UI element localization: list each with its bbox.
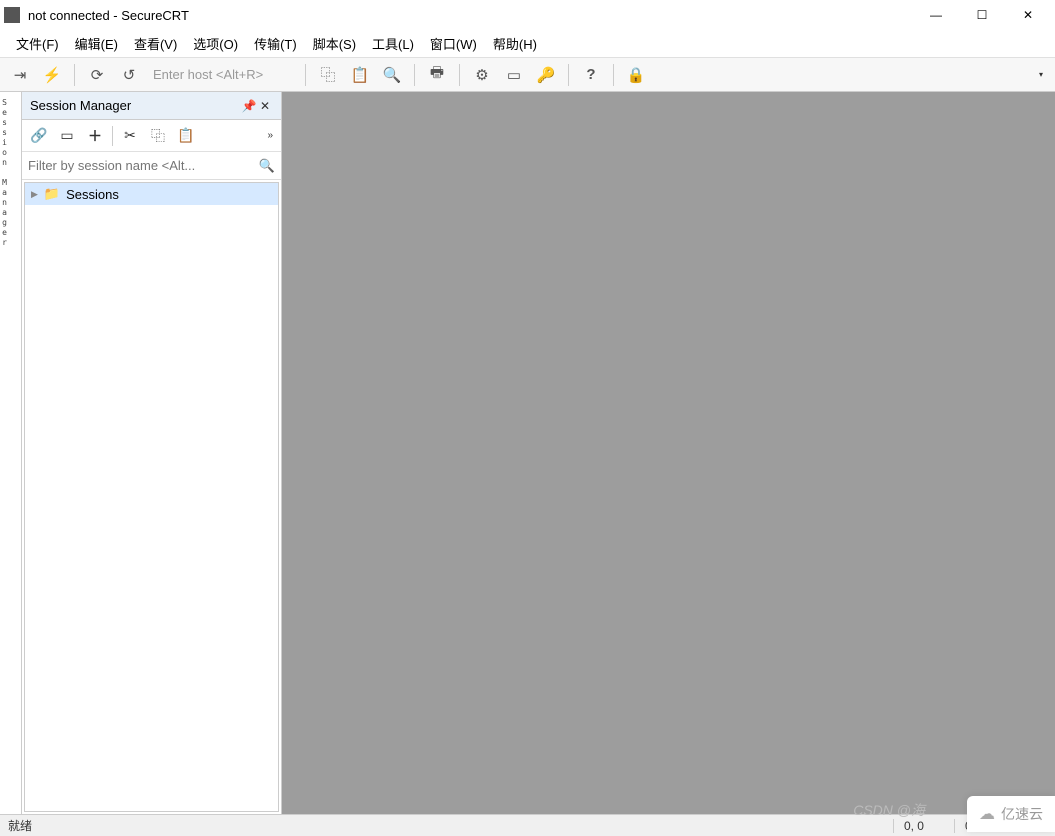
panel-separator xyxy=(112,126,113,146)
filter-input[interactable] xyxy=(28,158,259,173)
new-session-icon[interactable]: ▭ xyxy=(54,123,80,149)
host-input[interactable]: Enter host <Alt+R> xyxy=(147,67,297,82)
main-body: Session Manager Session Manager 📌 ✕ 🔗 ▭ … xyxy=(0,92,1055,814)
status-ready: 就绪 xyxy=(8,817,873,834)
panel-header: Session Manager 📌 ✕ xyxy=(22,92,281,120)
sidebar-tab[interactable]: Session Manager xyxy=(0,92,22,814)
menu-window[interactable]: 窗口(W) xyxy=(424,32,483,55)
toolbar-separator xyxy=(74,64,75,86)
toolbar: ⇥ ⚡ ⟳ ↺ Enter host <Alt+R> ⿻ 📋 🔍 🖶 ⚙ ▭ 🔑… xyxy=(0,58,1055,92)
panel-toolbar: 🔗 ▭ ＋ ✂ ⿻ 📋 » xyxy=(22,120,281,152)
menu-file[interactable]: 文件(F) xyxy=(10,32,65,55)
paste-icon[interactable]: 📋 xyxy=(346,61,374,89)
print-icon[interactable]: 🖶 xyxy=(423,61,451,89)
cut-icon[interactable]: ✂ xyxy=(117,123,143,149)
quick-connect-icon[interactable]: ⚡ xyxy=(38,61,66,89)
chevron-right-icon[interactable]: ▶ xyxy=(31,189,38,200)
menu-view[interactable]: 查看(V) xyxy=(128,32,183,55)
toolbar-separator xyxy=(568,64,569,86)
menu-bar: 文件(F) 编辑(E) 查看(V) 选项(O) 传输(T) 脚本(S) 工具(L… xyxy=(0,30,1055,58)
filter-bar: 🔍 xyxy=(22,152,281,180)
toolbar-separator xyxy=(459,64,460,86)
session-tree[interactable]: ▶ 📁 Sessions xyxy=(24,182,279,812)
watermark-yisu-text: 亿速云 xyxy=(1001,804,1043,824)
lock-icon[interactable]: 🔒 xyxy=(622,61,650,89)
link-icon[interactable]: 🔗 xyxy=(26,123,52,149)
window-controls: — ☐ ✕ xyxy=(913,0,1051,30)
menu-help[interactable]: 帮助(H) xyxy=(487,32,543,55)
cloud-icon: ☁ xyxy=(979,804,995,824)
title-bar: not connected - SecureCRT — ☐ ✕ xyxy=(0,0,1055,30)
app-icon xyxy=(4,7,20,23)
add-icon[interactable]: ＋ xyxy=(82,123,108,149)
disconnect-icon[interactable]: ↺ xyxy=(115,61,143,89)
copy-session-icon[interactable]: ⿻ xyxy=(145,123,171,149)
key-icon[interactable]: 🔑 xyxy=(532,61,560,89)
help-icon[interactable]: ? xyxy=(577,61,605,89)
connect-icon[interactable]: ⇥ xyxy=(6,61,34,89)
panel-more-icon[interactable]: » xyxy=(263,130,277,141)
settings-icon[interactable]: ⚙ xyxy=(468,61,496,89)
tree-root-label: Sessions xyxy=(66,187,119,202)
menu-options[interactable]: 选项(O) xyxy=(187,32,244,55)
panel-close-icon[interactable]: ✕ xyxy=(257,99,273,113)
minimize-button[interactable]: — xyxy=(913,0,959,30)
window-title: not connected - SecureCRT xyxy=(28,8,913,23)
maximize-button[interactable]: ☐ xyxy=(959,0,1005,30)
pin-icon[interactable]: 📌 xyxy=(241,99,257,113)
toolbar-separator xyxy=(613,64,614,86)
menu-edit[interactable]: 编辑(E) xyxy=(69,32,124,55)
panel-title: Session Manager xyxy=(30,98,241,113)
tree-root-row[interactable]: ▶ 📁 Sessions xyxy=(25,183,278,205)
folder-icon: 📁 xyxy=(44,186,60,202)
status-position: 0, 0 xyxy=(893,819,934,833)
toolbar-separator xyxy=(305,64,306,86)
toolbar-overflow[interactable]: ▾ xyxy=(1033,70,1049,79)
copy-icon[interactable]: ⿻ xyxy=(314,61,342,89)
menu-transfer[interactable]: 传输(T) xyxy=(248,32,303,55)
search-icon[interactable]: 🔍 xyxy=(259,158,275,174)
close-button[interactable]: ✕ xyxy=(1005,0,1051,30)
session-manager-panel: Session Manager 📌 ✕ 🔗 ▭ ＋ ✂ ⿻ 📋 » 🔍 ▶ 📁 … xyxy=(22,92,282,814)
session-options-icon[interactable]: ▭ xyxy=(500,61,528,89)
toolbar-separator xyxy=(414,64,415,86)
find-icon[interactable]: 🔍 xyxy=(378,61,406,89)
menu-tools[interactable]: 工具(L) xyxy=(366,32,420,55)
menu-script[interactable]: 脚本(S) xyxy=(307,32,362,55)
reconnect-icon[interactable]: ⟳ xyxy=(83,61,111,89)
paste-session-icon[interactable]: 📋 xyxy=(173,123,199,149)
watermark-yisu: ☁ 亿速云 xyxy=(967,796,1055,832)
terminal-area[interactable] xyxy=(282,92,1055,814)
watermark-csdn: CSDN @海 xyxy=(853,800,925,820)
